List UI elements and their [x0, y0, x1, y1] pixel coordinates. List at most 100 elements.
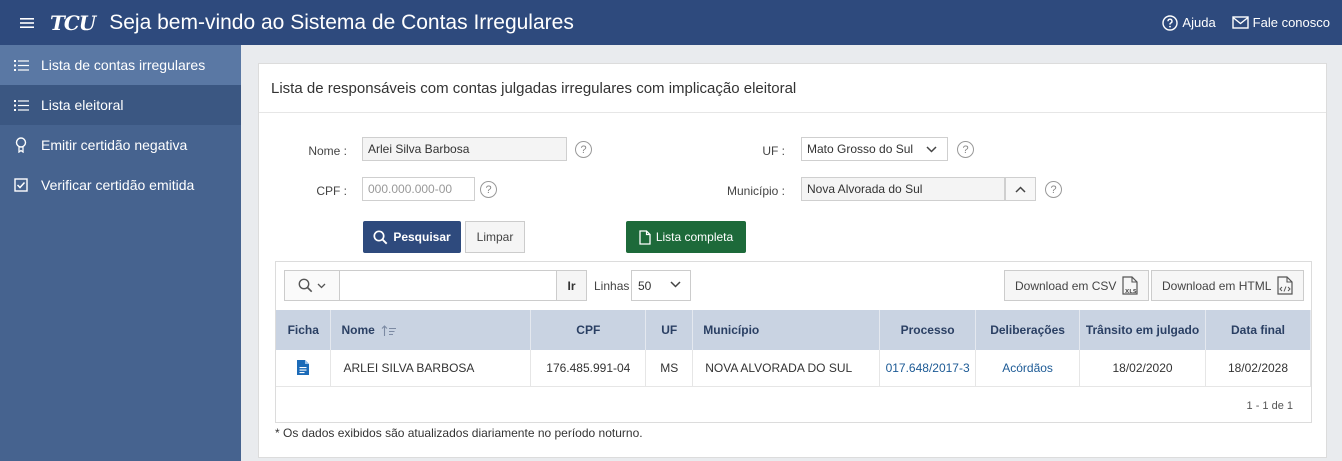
column-header-data-final[interactable]: Data final [1205, 310, 1312, 350]
uf-label: UF : [762, 144, 785, 158]
search-button[interactable]: Pesquisar [363, 221, 461, 253]
ficha-cell [276, 350, 332, 387]
panel-title: Lista de responsáveis com contas julgada… [259, 64, 1326, 113]
processo-link[interactable]: 017.648/2017-3 [886, 361, 970, 375]
menu-icon[interactable] [18, 17, 36, 29]
download-html-label: Download em HTML [1162, 278, 1272, 293]
sidebar-item-certidao-negativa[interactable]: Emitir certidão negativa [0, 125, 241, 165]
table-header-row: Ficha Nome CPF UF Município Processo Del… [276, 310, 1312, 350]
report-search-group: Ir [284, 270, 587, 301]
cpf-placeholder: 000.000.000-00 [368, 182, 453, 196]
uf-select[interactable]: Mato Grosso do Sul [801, 137, 948, 161]
pagination-info: 1 - 1 de 1 [1246, 400, 1293, 412]
contact-link[interactable]: Fale conosco [1231, 15, 1330, 30]
municipio-cell: NOVA ALVORADA DO SUL [692, 350, 881, 387]
sidebar-item-lista-eleitoral[interactable]: Lista eleitoral [0, 85, 241, 125]
rows-value: 50 [638, 278, 652, 293]
municipio-label: Município : [726, 184, 785, 198]
clear-button-label: Limpar [476, 230, 514, 244]
nome-value: Arlei Silva Barbosa [368, 142, 470, 156]
processo-cell: 017.648/2017-3 [879, 350, 977, 387]
municipio-help-icon[interactable]: ? [1045, 181, 1062, 198]
clear-button[interactable]: Limpar [465, 221, 525, 253]
data-final-cell: 18/02/2028 [1205, 350, 1312, 387]
rows-label: Linhas [594, 279, 630, 293]
sidebar-item-label: Emitir certidão negativa [41, 137, 188, 153]
deliberacoes-cell: Acórdãos [975, 350, 1081, 387]
uf-value: Mato Grosso do Sul [807, 142, 914, 156]
tcu-logo[interactable]: TCU [50, 11, 96, 35]
envelope-icon [1231, 16, 1249, 29]
go-button[interactable]: Ir [556, 271, 586, 300]
chevron-down-icon [317, 283, 326, 288]
table-row: ARLEI SILVA BARBOSA 176.485.991-04 MS NO… [276, 350, 1312, 387]
column-header-cpf[interactable]: CPF [530, 310, 647, 350]
search-icon [373, 229, 388, 244]
search-button-label: Pesquisar [393, 230, 451, 244]
top-bar: TCU Seja bem-vindo ao Sistema de Contas … [0, 0, 1342, 45]
municipio-toggle-button[interactable] [1005, 177, 1036, 201]
column-header-processo[interactable]: Processo [879, 310, 977, 350]
app-title: Seja bem-vindo ao Sistema de Contas Irre… [109, 10, 574, 34]
contact-label: Fale conosco [1252, 15, 1330, 30]
uf-help-icon[interactable]: ? [957, 141, 974, 158]
svg-text:XLS: XLS [1125, 289, 1137, 295]
full-list-button[interactable]: Lista completa [626, 221, 746, 253]
sidebar-item-contas-irregulares[interactable]: Lista de contas irregulares [0, 45, 241, 85]
municipio-field[interactable]: Nova Alvorada do Sul [801, 177, 1005, 201]
transito-cell: 18/02/2020 [1079, 350, 1206, 387]
cpf-label: CPF : [316, 184, 347, 198]
nome-label: Nome : [308, 144, 347, 158]
nome-help-icon[interactable]: ? [575, 141, 592, 158]
column-header-deliberacoes[interactable]: Deliberações [975, 310, 1081, 350]
search-icon [298, 278, 313, 293]
list-icon [13, 57, 29, 73]
sidebar-item-label: Verificar certidão emitida [41, 177, 195, 193]
checkbox-icon [13, 177, 29, 193]
download-csv-label: Download em CSV [1015, 278, 1117, 293]
report-search-input[interactable] [340, 271, 556, 300]
download-html-button[interactable]: Download em HTML [1151, 270, 1305, 301]
chevron-down-icon [926, 146, 937, 153]
sidebar-item-label: Lista de contas irregulares [41, 57, 206, 73]
rows-per-page-select[interactable]: 50 [631, 270, 691, 301]
municipio-value: Nova Alvorada do Sul [807, 182, 923, 196]
nome-cell: ARLEI SILVA BARBOSA [330, 350, 532, 387]
top-actions: Ajuda Fale conosco [1146, 14, 1330, 31]
chevron-up-icon [1015, 185, 1026, 193]
help-label: Ajuda [1182, 15, 1216, 30]
column-header-nome[interactable]: Nome [330, 310, 532, 350]
footnote: * Os dados exibidos são atualizados diar… [275, 426, 643, 440]
main-panel: Lista de responsáveis com contas julgada… [258, 63, 1327, 458]
list-icon [13, 97, 29, 113]
acordaos-link[interactable]: Acórdãos [1002, 361, 1053, 375]
column-header-municipio[interactable]: Município [692, 310, 881, 350]
sidebar: Lista de contas irregulares Lista eleito… [0, 45, 241, 461]
column-header-ficha[interactable]: Ficha [276, 310, 332, 350]
html-file-icon [1277, 276, 1293, 295]
report-toolbar: Ir Linhas 50 Download em CSV XLS Downloa… [276, 262, 1311, 310]
uf-cell: MS [645, 350, 694, 387]
cpf-cell: 176.485.991-04 [530, 350, 647, 387]
search-column-dropdown[interactable] [285, 271, 340, 300]
column-header-uf[interactable]: UF [645, 310, 694, 350]
full-list-button-label: Lista completa [655, 230, 734, 244]
column-header-nome-label: Nome [341, 323, 375, 337]
cpf-field[interactable]: 000.000.000-00 [362, 177, 475, 201]
xls-file-icon: XLS [1122, 276, 1138, 295]
award-icon [13, 137, 29, 153]
nome-field[interactable]: Arlei Silva Barbosa [362, 137, 567, 161]
file-document-icon[interactable] [297, 360, 310, 376]
question-circle-icon [1162, 14, 1179, 31]
cpf-help-icon[interactable]: ? [480, 181, 497, 198]
document-icon [639, 229, 651, 245]
sidebar-item-label: Lista eleitoral [41, 97, 124, 113]
column-header-transito[interactable]: Trânsito em julgado [1079, 310, 1206, 350]
results-table: Ficha Nome CPF UF Município Processo Del… [276, 310, 1312, 387]
sidebar-item-verificar-certidao[interactable]: Verificar certidão emitida [0, 165, 241, 205]
download-csv-button[interactable]: Download em CSV XLS [1004, 270, 1150, 301]
chevron-down-icon [670, 281, 681, 288]
report-region: Ir Linhas 50 Download em CSV XLS Downloa… [275, 261, 1312, 423]
help-link[interactable]: Ajuda [1162, 14, 1216, 31]
sort-ascending-icon [381, 325, 397, 336]
